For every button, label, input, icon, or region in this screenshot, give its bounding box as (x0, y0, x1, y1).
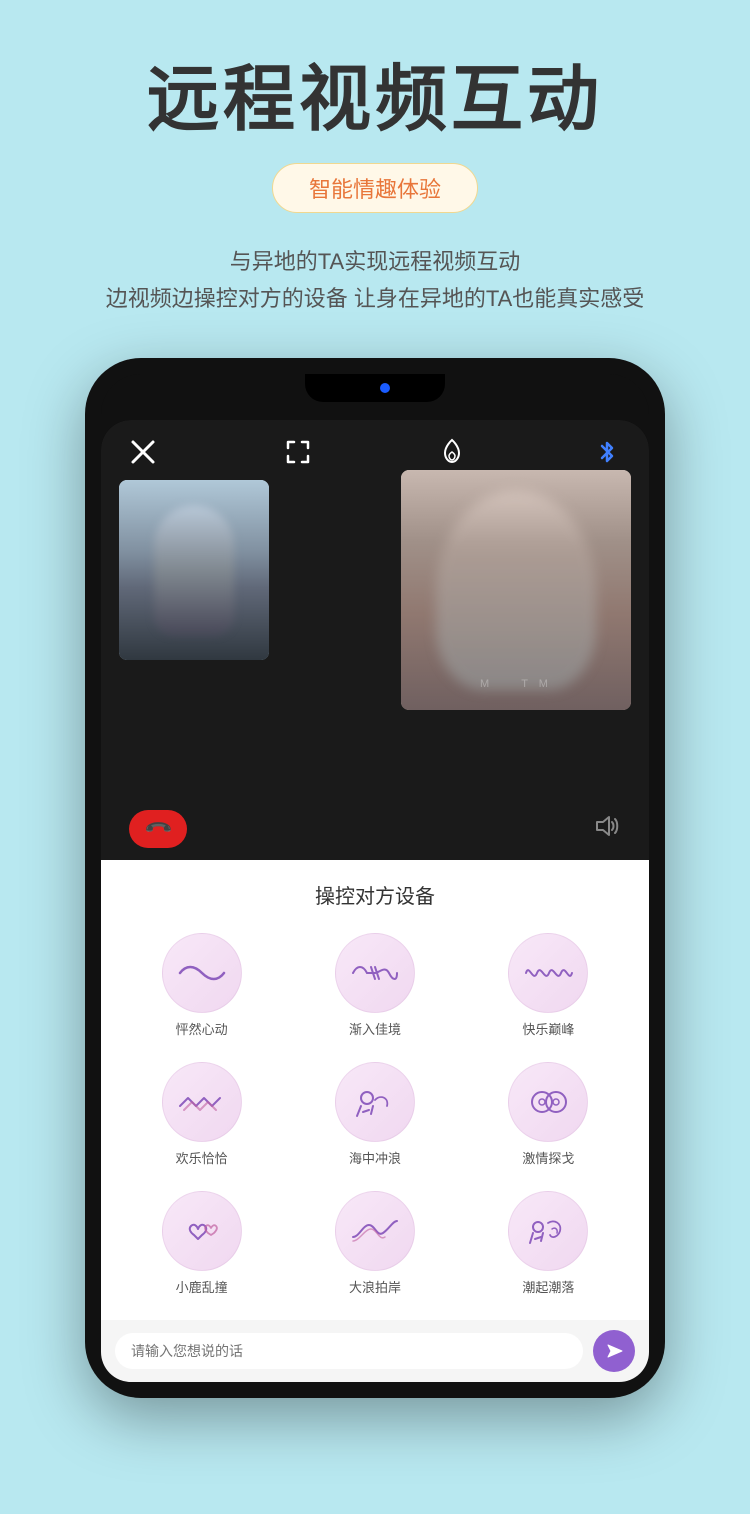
volume-icon[interactable] (593, 814, 621, 844)
phone-icon: 📞 (143, 813, 174, 844)
camera-dot (380, 383, 390, 393)
mode-grid: 怦然心动 渐入佳境 (117, 925, 633, 1304)
phone-notch (101, 374, 649, 418)
mode-circle-8 (335, 1191, 415, 1271)
mode-label-7: 小鹿乱撞 (176, 1277, 228, 1296)
subtitle-badge: 智能情趣体验 (272, 163, 478, 213)
main-video: M T M (401, 470, 631, 710)
send-button[interactable] (593, 1330, 635, 1372)
message-bar (101, 1320, 649, 1382)
mode-circle-3 (508, 933, 588, 1013)
desc-line2: 边视频边操控对方的设备 让身在异地的TA也能真实感受 (106, 280, 645, 317)
call-controls: 📞 (101, 810, 649, 848)
self-video-thumbnail (119, 480, 269, 660)
video-watermark: M T M (480, 678, 552, 690)
mode-circle-7 (162, 1191, 242, 1271)
flame-icon[interactable] (434, 434, 470, 470)
list-item[interactable]: 渐入佳境 (290, 925, 459, 1046)
mode-label-4: 欢乐恰恰 (176, 1148, 228, 1167)
mode-circle-9 (508, 1191, 588, 1271)
list-item[interactable]: 潮起潮落 (464, 1183, 633, 1304)
main-video-content: M T M (401, 470, 631, 710)
mode-label-2: 渐入佳境 (349, 1019, 401, 1038)
page-title: 远程视频互动 (147, 40, 603, 145)
list-item[interactable]: 怦然心动 (117, 925, 286, 1046)
desc-line1: 与异地的TA实现远程视频互动 (106, 243, 645, 280)
mode-label-3: 快乐巅峰 (522, 1019, 574, 1038)
control-panel: 操控对方设备 怦然心动 (101, 860, 649, 1320)
self-video-body (119, 480, 269, 660)
panel-title: 操控对方设备 (117, 880, 633, 909)
close-icon[interactable] (125, 434, 161, 470)
remote-figure (436, 490, 596, 690)
mode-label-1: 怦然心动 (176, 1019, 228, 1038)
message-input[interactable] (115, 1333, 583, 1369)
fullscreen-icon[interactable] (280, 434, 316, 470)
bluetooth-icon[interactable] (589, 434, 625, 470)
video-toolbar (101, 420, 649, 484)
mode-label-5: 海中冲浪 (349, 1148, 401, 1167)
phone-screen: M T M 📞 操控对方设备 (101, 420, 649, 1382)
list-item[interactable]: 小鹿乱撞 (117, 1183, 286, 1304)
video-area: M T M 📞 (101, 420, 649, 860)
mode-label-9: 潮起潮落 (522, 1277, 574, 1296)
phone-mockup: M T M 📞 操控对方设备 (85, 358, 665, 1398)
list-item[interactable]: 激情探戈 (464, 1054, 633, 1175)
mode-label-8: 大浪拍岸 (349, 1277, 401, 1296)
end-call-button[interactable]: 📞 (129, 810, 187, 848)
mode-circle-1 (162, 933, 242, 1013)
list-item[interactable]: 海中冲浪 (290, 1054, 459, 1175)
list-item[interactable]: 快乐巅峰 (464, 925, 633, 1046)
mode-circle-2 (335, 933, 415, 1013)
mode-circle-4 (162, 1062, 242, 1142)
list-item[interactable]: 欢乐恰恰 (117, 1054, 286, 1175)
self-figure (154, 505, 234, 635)
description: 与异地的TA实现远程视频互动 边视频边操控对方的设备 让身在异地的TA也能真实感… (106, 243, 645, 318)
mode-circle-5 (335, 1062, 415, 1142)
mode-circle-6 (508, 1062, 588, 1142)
notch (305, 374, 445, 402)
mode-label-6: 激情探戈 (522, 1148, 574, 1167)
list-item[interactable]: 大浪拍岸 (290, 1183, 459, 1304)
